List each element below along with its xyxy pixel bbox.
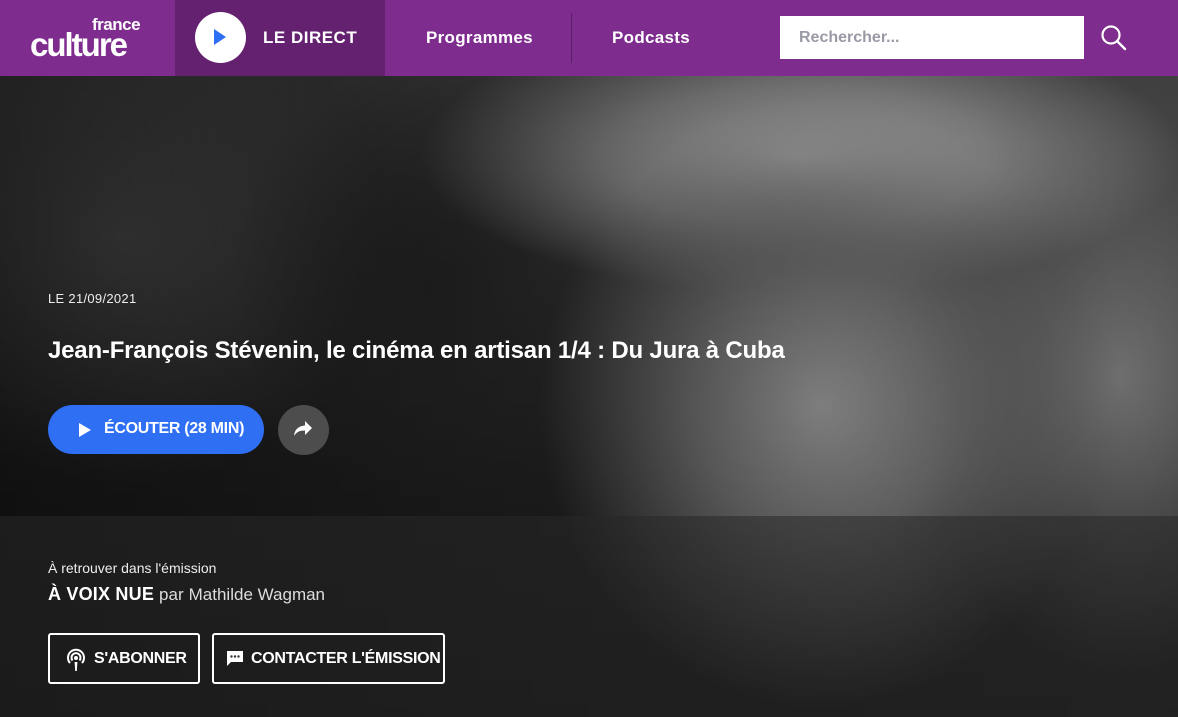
emission-name-link[interactable]: À VOIX NUE [48, 584, 154, 604]
emission-line: À VOIX NUE par Mathilde Wagman [48, 584, 326, 605]
search-button[interactable] [1100, 24, 1128, 52]
share-icon [294, 421, 312, 436]
live-direct-button[interactable]: LE DIRECT [175, 0, 385, 76]
share-button[interactable] [278, 405, 329, 455]
france-culture-logo[interactable]: france culture [30, 14, 150, 62]
episode-date: LE 21/09/2021 [48, 291, 137, 306]
logo-culture-text: culture [30, 26, 128, 63]
live-play-button[interactable] [195, 12, 246, 63]
nav-divider [571, 13, 572, 63]
contact-emission-button[interactable]: CONTACTER L'ÉMISSION [212, 633, 445, 684]
chat-icon [227, 651, 243, 666]
episode-hero: LE 21/09/2021 Jean-François Stévenin, le… [0, 76, 1178, 717]
episode-title: Jean-François Stévenin, le cinéma en art… [48, 337, 785, 364]
podcast-icon [67, 648, 85, 671]
top-header: france culture LE DIRECT Programmes Podc… [0, 0, 1178, 76]
listen-button-label: ÉCOUTER (28 MIN) [104, 420, 245, 437]
emission-intro: À retrouver dans l'émission [48, 560, 217, 576]
emission-panel [0, 516, 1178, 717]
play-icon [214, 29, 226, 45]
play-icon [79, 423, 91, 437]
contact-button-label: CONTACTER L'ÉMISSION [251, 650, 441, 667]
emission-by: par [159, 585, 184, 604]
nav-podcasts[interactable]: Podcasts [612, 29, 690, 46]
subscribe-button[interactable]: S'ABONNER [48, 633, 200, 684]
live-direct-label: LE DIRECT [263, 28, 358, 47]
nav-programmes[interactable]: Programmes [426, 29, 533, 46]
search-icon [1101, 25, 1127, 51]
search-input[interactable] [780, 16, 1084, 59]
subscribe-button-label: S'ABONNER [94, 650, 187, 667]
emission-author: Mathilde Wagman [188, 585, 326, 604]
listen-button[interactable]: ÉCOUTER (28 MIN) [48, 405, 264, 454]
